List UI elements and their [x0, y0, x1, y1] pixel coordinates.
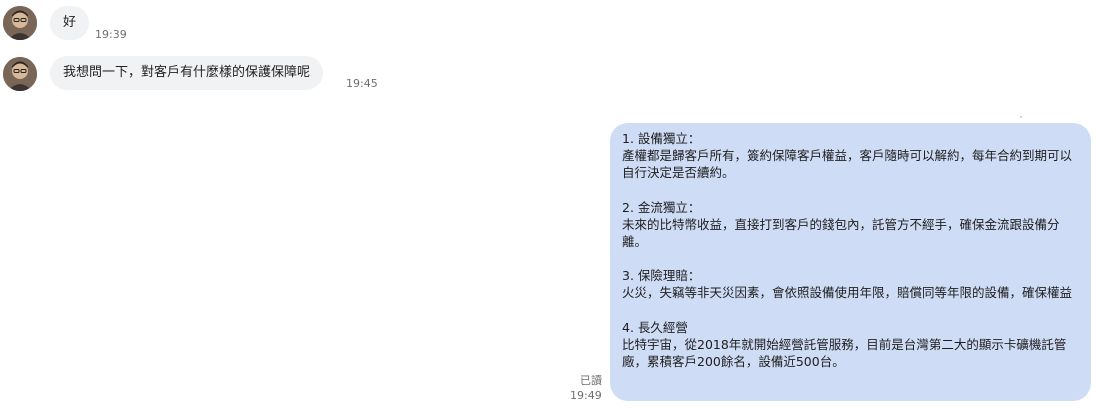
section-title: 4. 長久經營	[622, 319, 688, 335]
message-text: 我想問一下，對客戶有什麼樣的保護保障呢	[63, 65, 311, 80]
incoming-message[interactable]: 好	[50, 6, 90, 40]
section-title: 2. 金流獨立：	[622, 199, 701, 215]
message-timestamp: 19:49	[570, 389, 602, 402]
message-section: 2. 金流獨立： 未來的比特幣收益，直接打到客戶的錢包內，託管方不經手，確保金流…	[622, 199, 1079, 251]
outgoing-message[interactable]: 1. 設備獨立： 產權都是歸客戶所有，簽約保障客戶權益，客戶隨時可以解約，每年合…	[610, 123, 1091, 401]
chat-thread: 好 19:39 我想問一下，對客戶有什麼樣的保護保障呢 19:45 1. 設備獨…	[0, 0, 1096, 410]
contact-avatar-icon	[3, 6, 37, 40]
message-section: 4. 長久經營 比特宇宙，從2018年就開始經營託管服務，目前是台灣第二大的顯示…	[622, 319, 1079, 371]
contact-avatar[interactable]	[3, 57, 37, 91]
section-body: 比特宇宙，從2018年就開始經營託管服務，目前是台灣第二大的顯示卡礦機託管廠，累…	[622, 336, 1067, 370]
section-body: 未來的比特幣收益，直接打到客戶的錢包內，託管方不經手，確保金流跟設備分離。	[622, 216, 1060, 250]
message-section: 3. 保險理賠： 火災，失竊等非天災因素，會依照設備使用年限，賠償同等年限的設備…	[622, 267, 1079, 301]
section-body: 產權都是歸客戶所有，簽約保障客戶權益，客戶隨時可以解約，每年合約到期可以自行決定…	[622, 148, 1073, 181]
separator-dot	[1020, 116, 1022, 118]
contact-avatar[interactable]	[3, 6, 37, 40]
contact-avatar-icon	[3, 57, 37, 91]
message-timestamp: 19:39	[95, 28, 127, 41]
incoming-message[interactable]: 我想問一下，對客戶有什麼樣的保護保障呢	[50, 56, 324, 90]
message-section: 1. 設備獨立： 產權都是歸客戶所有，簽約保障客戶權益，客戶隨時可以解約，每年合…	[622, 130, 1079, 182]
section-title: 3. 保險理賠：	[622, 268, 701, 284]
message-text: 好	[63, 15, 77, 30]
section-title: 1. 設備獨立：	[622, 131, 701, 146]
read-status: 已讀	[580, 374, 602, 387]
message-timestamp: 19:45	[346, 77, 378, 90]
section-body: 火災，失竊等非天災因素，會依照設備使用年限，賠償同等年限的設備，確保權益	[622, 285, 1073, 301]
